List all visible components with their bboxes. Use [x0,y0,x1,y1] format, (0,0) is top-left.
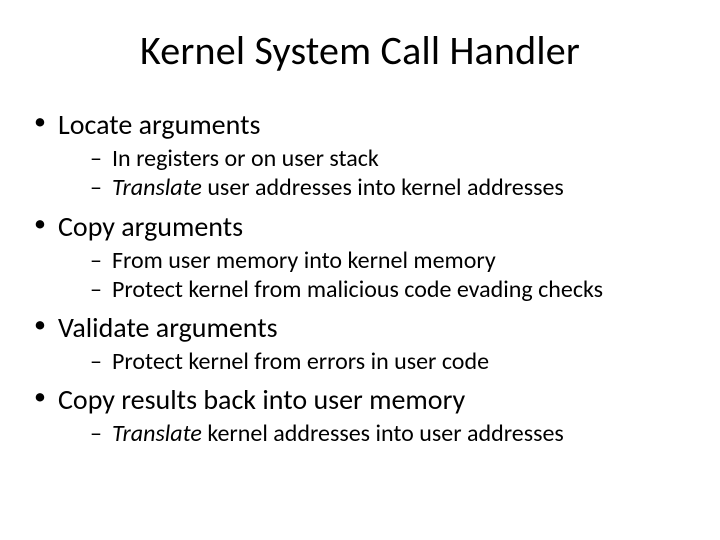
sub-item: Protect kernel from errors in user code [90,347,692,376]
bullet-list: Locate arguments In registers or on user… [28,107,692,449]
sub-list: Protect kernel from errors in user code [58,347,692,376]
sub-rest: kernel addresses into user addresses [202,419,564,448]
bullet-text: Copy results back into user memory [58,382,465,417]
sub-text: Protect kernel from errors in user code [112,347,489,376]
slide: Kernel System Call Handler Locate argume… [0,0,720,540]
sub-item: From user memory into kernel memory [90,246,692,275]
sub-em: Translate [112,173,202,202]
bullet-item: Copy results back into user memory Trans… [32,382,692,448]
sub-item: Translate user addresses into kernel add… [90,173,692,202]
sub-text: From user memory into kernel memory [112,246,496,275]
sub-list: From user memory into kernel memory Prot… [58,246,692,305]
bullet-text: Validate arguments [58,310,278,345]
bullet-item: Locate arguments In registers or on user… [32,107,692,203]
sub-item: Translate kernel addresses into user add… [90,419,692,448]
sub-item: In registers or on user stack [90,144,692,173]
bullet-text: Locate arguments [58,107,260,142]
sub-text: Protect kernel from malicious code evadi… [112,275,603,304]
bullet-text: Copy arguments [58,209,243,244]
sub-rest: user addresses into kernel addresses [202,173,564,202]
bullet-item: Copy arguments From user memory into ker… [32,209,692,305]
bullet-item: Validate arguments Protect kernel from e… [32,310,692,376]
sub-item: Protect kernel from malicious code evadi… [90,275,692,304]
slide-title: Kernel System Call Handler [28,26,692,75]
sub-text: In registers or on user stack [112,144,379,173]
sub-list: Translate kernel addresses into user add… [58,419,692,448]
sub-em: Translate [112,419,202,448]
sub-list: In registers or on user stack Translate … [58,144,692,203]
